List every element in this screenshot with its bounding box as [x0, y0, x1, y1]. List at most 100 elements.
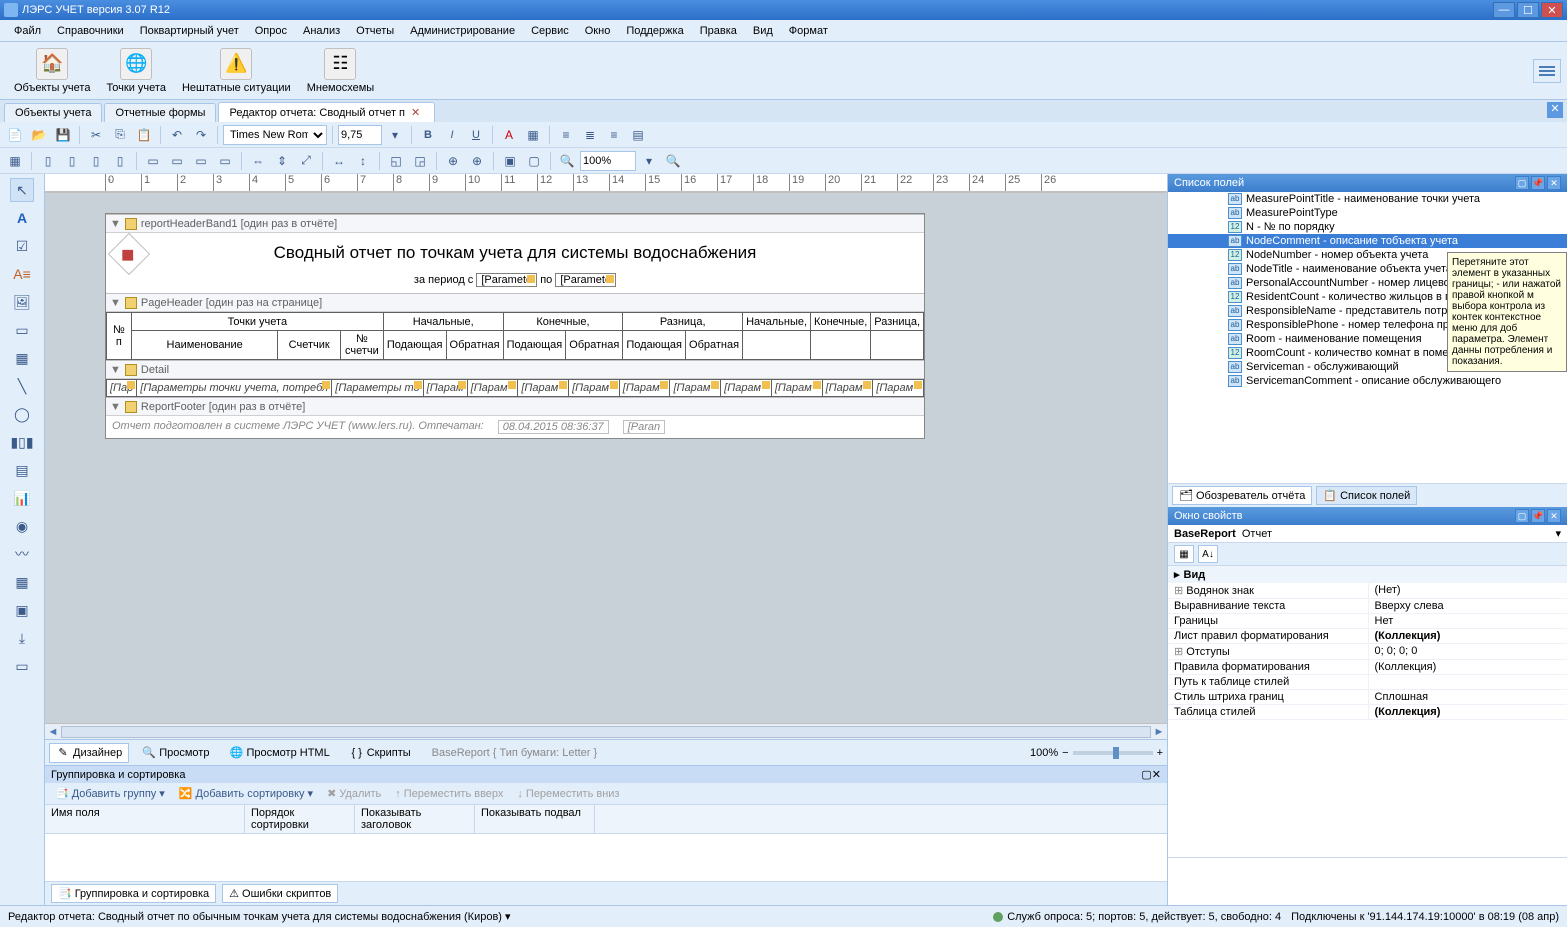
subreport-tool[interactable]: ▣	[10, 598, 34, 622]
menu-admin[interactable]: Администрирование	[402, 23, 523, 39]
align-tool-6[interactable]: ▭	[166, 150, 188, 172]
property-row[interactable]: ГраницыНет	[1168, 614, 1567, 629]
align-left-button[interactable]: ≡	[555, 124, 577, 146]
tab-report-forms[interactable]: Отчетные формы	[104, 103, 216, 122]
band-header-caption[interactable]: ▼reportHeaderBand1 [один раз в отчёте]	[106, 215, 924, 233]
line-tool[interactable]: ╲	[10, 374, 34, 398]
props-max-button[interactable]: ▢	[1515, 509, 1529, 523]
tab-designer[interactable]: ✎Дизайнер	[49, 743, 129, 763]
menu-service[interactable]: Сервис	[523, 23, 577, 39]
tab-objects[interactable]: Объекты учета	[4, 103, 102, 122]
band-footer-caption[interactable]: ▼ReportFooter [один раз в отчёте]	[106, 398, 924, 416]
pagebreak-tool[interactable]: ⤓	[10, 626, 34, 650]
property-row[interactable]: Правила форматирования(Коллекция)	[1168, 660, 1567, 675]
zoom-input[interactable]	[580, 151, 636, 171]
underline-button[interactable]: U	[465, 124, 487, 146]
menu-format[interactable]: Формат	[781, 23, 836, 39]
field-item[interactable]: 12N - № по порядку	[1168, 220, 1567, 234]
fieldlist-max-button[interactable]: ▢	[1515, 176, 1529, 190]
pivot-tool[interactable]: ▦	[10, 570, 34, 594]
header-table[interactable]: № п Точки учета Начальные, Конечные, Раз…	[106, 312, 924, 360]
property-row[interactable]: Лист правил форматирования(Коллекция)	[1168, 629, 1567, 644]
maximize-button[interactable]: ☐	[1517, 2, 1539, 18]
menu-analysis[interactable]: Анализ	[295, 23, 348, 39]
close-all-button[interactable]: ✕	[1547, 102, 1563, 118]
design-scroll[interactable]: ▼reportHeaderBand1 [один раз в отчёте] ◆…	[45, 192, 1167, 723]
order-tool-1[interactable]: ◱	[385, 150, 407, 172]
param-end[interactable]: [Paramete	[555, 273, 616, 287]
order-tool-2[interactable]: ◲	[409, 150, 431, 172]
detail-table[interactable]: [Пар [Параметры точки учета, потребл [Па…	[106, 379, 924, 397]
align-tool-3[interactable]: ▯	[85, 150, 107, 172]
report-paper[interactable]: ▼reportHeaderBand1 [один раз в отчёте] ◆…	[105, 213, 925, 439]
field-item[interactable]: abServicemanComment - описание обслужива…	[1168, 374, 1567, 388]
property-row[interactable]: Стиль штриха границСплошная	[1168, 690, 1567, 705]
chart-tool[interactable]: 📊	[10, 486, 34, 510]
fieldlist-close-button[interactable]: ✕	[1547, 176, 1561, 190]
property-value[interactable]	[1368, 675, 1567, 689]
zoom-in-button[interactable]: 🔍	[662, 150, 684, 172]
abnormal-button[interactable]: ⚠️Нештатные ситуации	[174, 46, 299, 96]
props-pin-button[interactable]: 📌	[1531, 509, 1545, 523]
property-row[interactable]: Выравнивание текстаВверху слева	[1168, 599, 1567, 614]
panel-tool[interactable]: ▭	[10, 318, 34, 342]
barcode-tool[interactable]: ▮▯▮	[10, 430, 34, 454]
menu-apartment[interactable]: Поквартирный учет	[132, 23, 247, 39]
tab-scripts[interactable]: { }Скрипты	[343, 743, 418, 763]
grouping-body[interactable]	[45, 834, 1167, 881]
forecolor-button[interactable]: A	[498, 124, 520, 146]
prop-categorized-button[interactable]: ▦	[1174, 545, 1194, 563]
menu-view[interactable]: Вид	[745, 23, 781, 39]
points-button[interactable]: 🌐Точки учета	[98, 46, 174, 96]
script-errors-tab[interactable]: ⚠ Ошибки скриптов	[222, 884, 338, 903]
center-h-button[interactable]: ⊕	[442, 150, 464, 172]
backcolor-button[interactable]: ▦	[522, 124, 544, 146]
tab-html-preview[interactable]: 🌐Просмотр HTML	[222, 743, 336, 763]
property-row[interactable]: Водянок знак(Нет)	[1168, 583, 1567, 599]
zoom-slider[interactable]	[1073, 751, 1153, 755]
font-select[interactable]: Times New Roman	[223, 125, 327, 145]
bring-front-button[interactable]: ▣	[499, 150, 521, 172]
property-value[interactable]: (Коллекция)	[1368, 629, 1567, 643]
hamburger-button[interactable]	[1533, 59, 1561, 83]
grouping-close-button[interactable]: ✕	[1152, 768, 1161, 781]
copy-button[interactable]: ⎘	[109, 124, 131, 146]
menu-file[interactable]: Файл	[6, 23, 49, 39]
menu-edit[interactable]: Правка	[692, 23, 745, 39]
redo-button[interactable]: ↷	[190, 124, 212, 146]
space-tool-2[interactable]: ↕	[352, 150, 374, 172]
fontsize-dropdown[interactable]: ▾	[384, 124, 406, 146]
property-value[interactable]: (Нет)	[1368, 583, 1567, 598]
fontsize-input[interactable]	[338, 125, 382, 145]
crossband-tool[interactable]: ▭	[10, 654, 34, 678]
align-tool-4[interactable]: ▯	[109, 150, 131, 172]
props-close-button[interactable]: ✕	[1547, 509, 1561, 523]
table-tool[interactable]: ▦	[10, 346, 34, 370]
picture-tool[interactable]: 🖼	[10, 290, 34, 314]
horizontal-scrollbar[interactable]: ◄►	[45, 723, 1167, 739]
checkbox-tool[interactable]: ☑	[10, 234, 34, 258]
property-object-selector[interactable]: BaseReport Отчет ▾	[1168, 525, 1567, 543]
align-right-button[interactable]: ≡	[603, 124, 625, 146]
bold-button[interactable]: B	[417, 124, 439, 146]
property-value[interactable]: (Коллекция)	[1368, 705, 1567, 719]
property-value[interactable]: Сплошная	[1368, 690, 1567, 704]
align-center-button[interactable]: ≣	[579, 124, 601, 146]
menu-support[interactable]: Поддержка	[618, 23, 691, 39]
property-value[interactable]: Вверху слева	[1368, 599, 1567, 613]
richtext-tool[interactable]: A≡	[10, 262, 34, 286]
tab-preview[interactable]: 🔍Просмотр	[135, 743, 216, 763]
property-value[interactable]: 0; 0; 0; 0	[1368, 644, 1567, 659]
prop-alphabetical-button[interactable]: A↓	[1198, 545, 1218, 563]
footer-line[interactable]: Отчет подготовлен в системе ЛЭРС УЧЕТ (w…	[106, 416, 924, 438]
pointer-tool[interactable]: ↖	[10, 178, 34, 202]
shape-tool[interactable]: ◯	[10, 402, 34, 426]
fieldlist-tab[interactable]: 📋 Список полей	[1316, 486, 1417, 505]
gauge-tool[interactable]: ◉	[10, 514, 34, 538]
prop-category-view[interactable]: ▸ Вид	[1168, 566, 1567, 583]
zoom-minus-button[interactable]: −	[1062, 747, 1068, 759]
align-tool-1[interactable]: ▯	[37, 150, 59, 172]
field-list[interactable]: abMeasurePointTitle - наименование точки…	[1168, 192, 1567, 483]
sparkline-tool[interactable]: 〰	[10, 542, 34, 566]
zoom-plus-button[interactable]: +	[1157, 747, 1163, 759]
